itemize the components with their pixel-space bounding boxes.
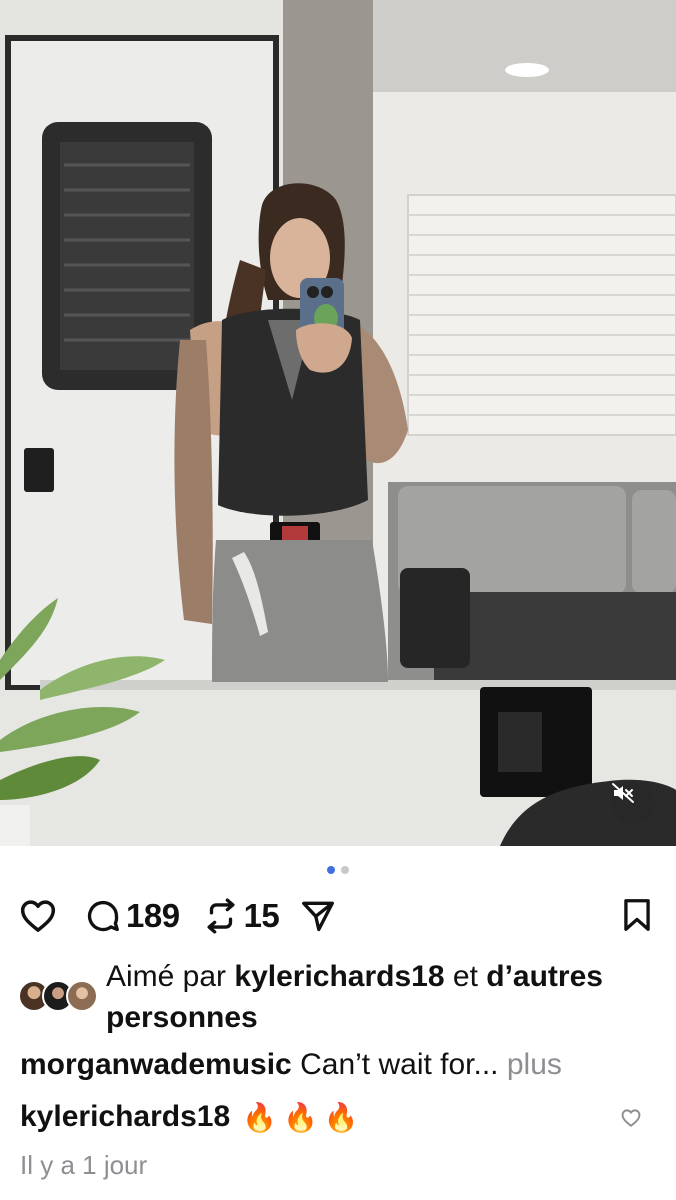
post-timestamp: Il y a 1 jour: [20, 1150, 148, 1180]
likes-prefix: Aimé par: [106, 960, 227, 993]
carousel-indicator: [0, 866, 676, 874]
comment-button[interactable]: 189: [84, 897, 180, 935]
comment-text: 🔥🔥🔥: [242, 1101, 365, 1133]
speaker-muted-icon: [612, 783, 634, 803]
like-button[interactable]: [18, 896, 58, 936]
caption-more-link[interactable]: plus: [507, 1048, 562, 1081]
bookmark-icon: [624, 899, 650, 931]
share-button[interactable]: [299, 897, 337, 935]
post-caption: morganwademusic Can’t wait for... plus: [20, 1046, 650, 1084]
comment-like-button[interactable]: [620, 1107, 642, 1134]
caption-username[interactable]: morganwademusic: [20, 1048, 292, 1081]
caption-text: Can’t wait for...: [300, 1048, 499, 1081]
liker-username[interactable]: kylerichards18: [234, 960, 444, 993]
carousel-dot-active: [327, 866, 335, 874]
repost-count: 15: [243, 897, 280, 934]
likes-connector: et: [452, 960, 478, 993]
mute-button[interactable]: [611, 781, 655, 825]
likes-summary[interactable]: Aimé par kylerichards18 et d’autres pers…: [18, 956, 658, 1038]
comment-bubble-icon: [87, 900, 119, 932]
heart-icon: [621, 1109, 641, 1127]
comment-username[interactable]: kylerichards18: [20, 1100, 230, 1134]
comment-row: kylerichards18 🔥🔥🔥: [20, 1095, 660, 1139]
liker-avatars: [18, 980, 102, 1020]
likes-text: Aimé par kylerichards18 et d’autres pers…: [102, 956, 658, 1038]
heart-icon: [20, 900, 56, 932]
save-button[interactable]: [618, 896, 656, 939]
send-icon: [302, 901, 335, 932]
action-bar: 189 15: [18, 892, 658, 940]
repost-icon: [207, 898, 235, 934]
post-photo[interactable]: [0, 0, 676, 846]
carousel-dot: [341, 866, 349, 874]
repost-button[interactable]: 15: [202, 897, 280, 935]
mirror-selfie-image: [0, 0, 676, 846]
avatar: [66, 980, 98, 1012]
comment-count: 189: [126, 897, 180, 934]
